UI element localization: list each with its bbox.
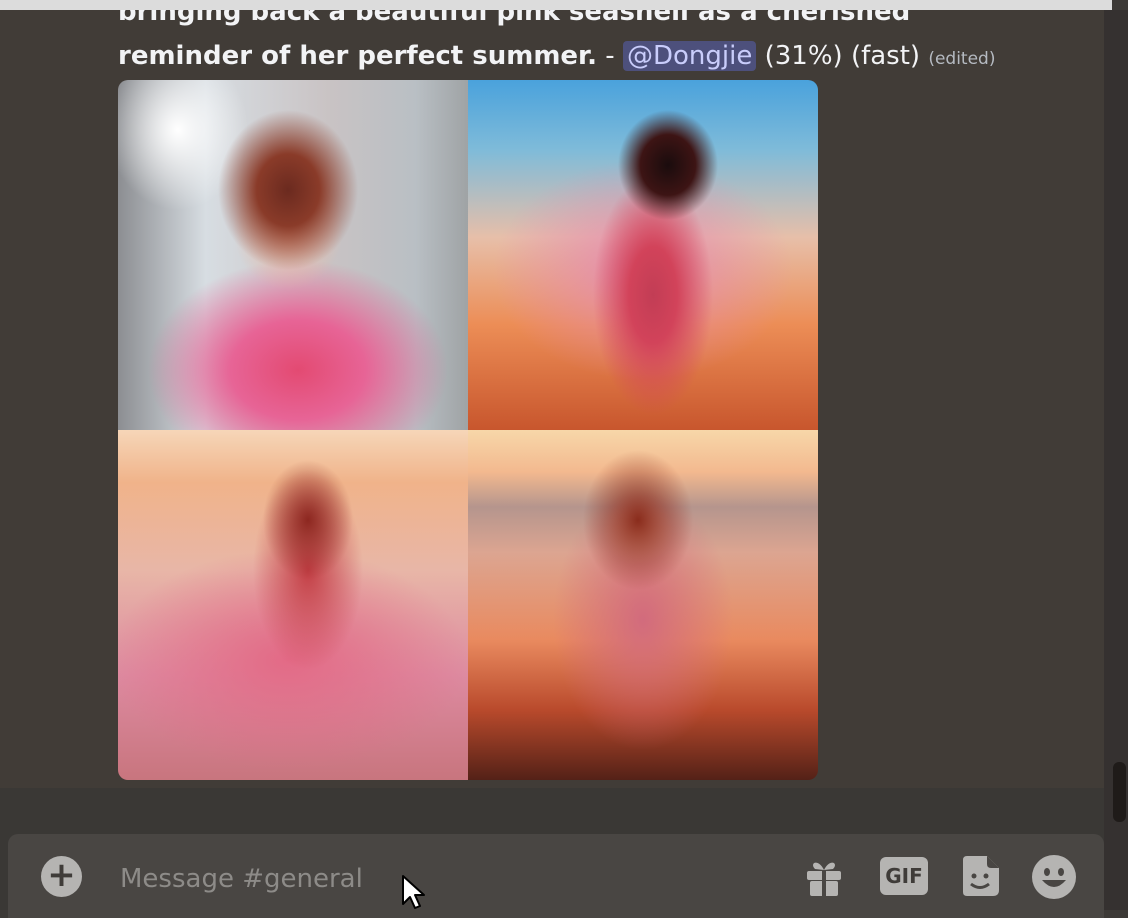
image-tile-3[interactable]: [118, 430, 468, 780]
bot-message: bringing back a beautiful pink seashell …: [118, 10, 1078, 81]
generated-image-grid[interactable]: [118, 80, 818, 780]
sticker-icon[interactable]: [959, 854, 1001, 898]
message-prompt-line-2: reminder of her perfect summer.: [118, 41, 598, 71]
image-tile-1[interactable]: [118, 80, 468, 430]
progress-percent: (31%): [764, 41, 843, 71]
plus-circle-icon[interactable]: +: [41, 856, 82, 897]
image-tile-2[interactable]: [468, 80, 818, 430]
scrollbar-thumb[interactable]: [1113, 762, 1126, 822]
chat-messages-area: bringing back a beautiful pink seashell …: [0, 10, 1104, 788]
image-tile-4[interactable]: [468, 430, 818, 780]
mouse-cursor-icon: [401, 874, 427, 910]
message-input[interactable]: [118, 858, 782, 900]
edited-label: (edited): [928, 49, 996, 69]
gift-icon[interactable]: [803, 854, 845, 898]
message-separator: -: [597, 41, 623, 71]
gif-icon[interactable]: GIF: [880, 857, 928, 895]
generation-mode: (fast): [850, 41, 921, 71]
message-prompt-line-2-row: reminder of her perfect summer. - @Dongj…: [118, 34, 1078, 81]
message-prompt-line-1: bringing back a beautiful pink seashell …: [118, 10, 911, 27]
user-mention[interactable]: @Dongjie: [622, 41, 757, 71]
emoji-smile-icon[interactable]: [1031, 854, 1077, 899]
